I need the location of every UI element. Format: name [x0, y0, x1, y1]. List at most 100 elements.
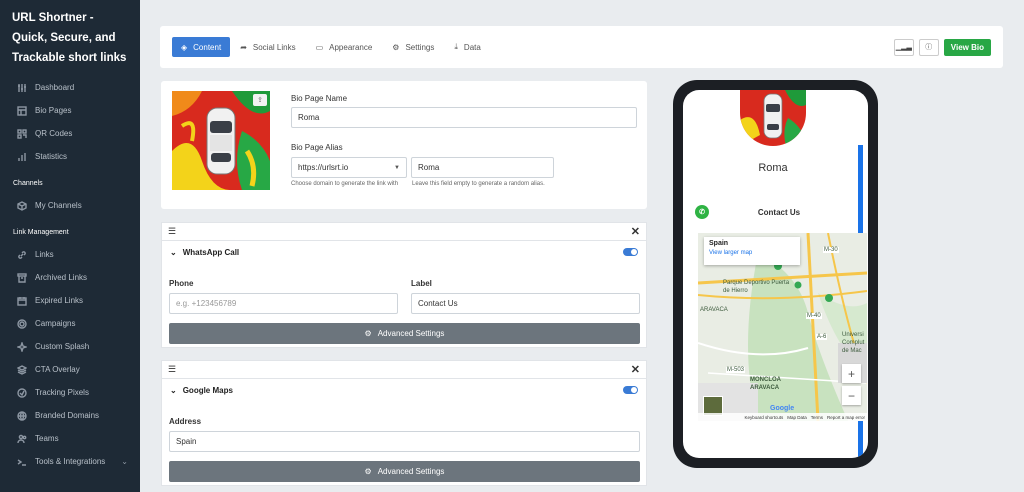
close-icon[interactable]: ✕ [631, 225, 640, 238]
sidebar-item-dashboard[interactable]: Dashboard [0, 76, 140, 99]
address-input[interactable]: Spain [169, 431, 640, 452]
tab-data[interactable]: ⤓ Data [454, 37, 480, 57]
chevron-down-icon[interactable]: ⌄ [170, 248, 177, 257]
tab-social-links[interactable]: ➦ Social Links [240, 37, 295, 57]
sidebar-item-statistics[interactable]: Statistics [0, 145, 140, 168]
sidebar: URL Shortner - Quick, Secure, and Tracka… [0, 0, 140, 492]
sidebar-item-cta-overlay[interactable]: CTA Overlay [0, 358, 140, 381]
map-footer-link[interactable]: Terms [811, 415, 823, 420]
map-footer-link[interactable]: Keyboard shortcuts [744, 415, 783, 420]
qr-icon [17, 128, 27, 139]
stats-button[interactable]: ▁▂▃ [893, 38, 914, 56]
preview-screen: Roma ✆ Contact Us Spain View larger map … [683, 90, 868, 458]
view-bio-button[interactable]: View Bio [943, 38, 991, 56]
layers-icon: ◈ [181, 42, 188, 52]
map-larger-link[interactable]: View larger map [709, 250, 795, 256]
advanced-settings-label: Advanced Settings [377, 467, 445, 476]
sidebar-item-qr-codes[interactable]: QR Codes [0, 122, 140, 145]
sidebar-item-expired-links[interactable]: Expired Links [0, 289, 140, 312]
sidebar-item-label: Dashboard [35, 83, 75, 92]
tab-label: Content [193, 42, 222, 52]
google-logo: Google [770, 405, 795, 412]
layout-icon [17, 105, 27, 116]
tab-appearance[interactable]: ▭ Appearance [316, 37, 373, 57]
calendar-icon [17, 296, 27, 306]
sidebar-item-branded-domains[interactable]: Branded Domains [0, 404, 140, 427]
label-label: Label [411, 279, 432, 288]
map-footer: Keyboard shortcuts Map Data Terms Report… [698, 413, 867, 421]
alias-hint: Leave this field empty to generate a ran… [412, 181, 545, 187]
domain-value: https://urlsrt.io [298, 163, 349, 172]
map-popup-title: Spain [709, 240, 729, 247]
tab-label: Data [463, 42, 481, 52]
sidebar-item-bio-pages[interactable]: Bio Pages [0, 99, 140, 122]
drag-handle-icon[interactable]: ☰ [168, 364, 176, 375]
map-zoom-in-button[interactable]: + [842, 364, 861, 383]
toolbar-actions: ▁▂▃ ⓘ View Bio [893, 38, 991, 56]
info-icon: ⓘ [925, 44, 933, 51]
gear-icon: ⚙ [364, 329, 372, 338]
sidebar-item-label: Archived Links [35, 273, 88, 282]
block-toggle[interactable] [623, 386, 638, 394]
preview-contact-button[interactable]: ✆ Contact Us [695, 202, 863, 222]
chevron-down-icon: ▼ [394, 164, 400, 171]
sidebar-item-custom-splash[interactable]: Custom Splash [0, 335, 140, 358]
sidebar-item-links[interactable]: Links [0, 243, 140, 266]
map-label: M-503 [726, 367, 746, 373]
advanced-settings-button[interactable]: ⚙ Advanced Settings [169, 461, 640, 482]
phone-input[interactable]: e.g. +123456789 [169, 293, 398, 314]
block-title-row[interactable]: ⌄ WhatsApp Call [162, 241, 646, 263]
sidebar-channels-list: My Channels [0, 194, 140, 217]
block-title: Google Maps [182, 385, 233, 395]
sidebar-item-archived-links[interactable]: Archived Links [0, 266, 140, 289]
domain-select[interactable]: https://urlsrt.io ▼ [291, 157, 407, 178]
advanced-settings-button[interactable]: ⚙ Advanced Settings [169, 323, 640, 344]
chevron-down-icon[interactable]: ⌄ [170, 386, 177, 395]
whatsapp-block: ☰ ✕ ⌄ WhatsApp Call Phone e.g. +12345678… [161, 222, 647, 348]
bio-name-input[interactable]: Roma [291, 107, 637, 128]
sidebar-item-teams[interactable]: Teams [0, 427, 140, 450]
sidebar-item-label: Links [35, 250, 54, 259]
preview-name: Roma [758, 162, 788, 174]
advanced-settings-label: Advanced Settings [377, 329, 445, 338]
sidebar-item-campaigns[interactable]: Campaigns [0, 312, 140, 335]
sidebar-item-label: Campaigns [35, 319, 76, 328]
map-zoom-out-button[interactable]: − [842, 386, 861, 405]
tab-content[interactable]: ◈ Content [172, 37, 231, 57]
sidebar-item-label: My Channels [35, 201, 82, 210]
drag-handle-icon[interactable]: ☰ [168, 226, 176, 237]
archive-icon [17, 272, 27, 283]
close-icon[interactable]: ✕ [631, 363, 640, 376]
sidebar-item-label: Bio Pages [35, 106, 72, 115]
alias-input[interactable]: Roma [411, 157, 554, 178]
avatar[interactable]: ⇪ [172, 91, 270, 190]
sidebar-item-label: CTA Overlay [35, 365, 80, 374]
map-footer-link[interactable]: Report a map error [827, 415, 865, 420]
maps-block: ☰ ✕ ⌄ Google Maps Address Spain ⚙ Advanc… [161, 360, 647, 486]
bio-alias-label: Bio Page Alias [291, 143, 343, 152]
whatsapp-icon: ✆ [695, 205, 709, 219]
block-title-row[interactable]: ⌄ Google Maps [162, 379, 646, 401]
sidebar-item-label: Statistics [35, 152, 68, 161]
tab-settings[interactable]: ⚙ Settings [392, 37, 434, 57]
sidebar-main-list: Dashboard Bio Pages QR Codes Statistics [0, 76, 140, 168]
sidebar-item-tools-integrations[interactable]: Tools & Integrations ⌄ [0, 450, 140, 473]
users-icon [17, 434, 27, 444]
chevron-down-icon: ⌄ [121, 457, 128, 466]
upload-button[interactable]: ⇪ [253, 94, 267, 106]
label-input[interactable]: Contact Us [411, 293, 640, 314]
address-label: Address [169, 417, 202, 426]
info-button[interactable]: ⓘ [918, 38, 939, 56]
sidebar-item-tracking-pixels[interactable]: Tracking Pixels [0, 381, 140, 404]
sidebar-item-label: QR Codes [35, 129, 73, 138]
map-embed[interactable]: Spain View larger map Parque Deportivo P… [698, 233, 867, 421]
gear-icon: ⚙ [364, 467, 372, 476]
preview-avatar-image [740, 90, 806, 146]
sidebar-item-label: Custom Splash [35, 342, 90, 351]
map-label: MONCLOA ARAVACA [750, 377, 781, 391]
map-footer-link[interactable]: Map Data [787, 415, 807, 420]
block-toggle[interactable] [623, 248, 638, 256]
sidebar-item-my-channels[interactable]: My Channels [0, 194, 140, 217]
tab-list: ◈ Content ➦ Social Links ▭ Appearance ⚙ Setting… [172, 37, 501, 57]
sidebar-item-label: Teams [35, 434, 59, 443]
